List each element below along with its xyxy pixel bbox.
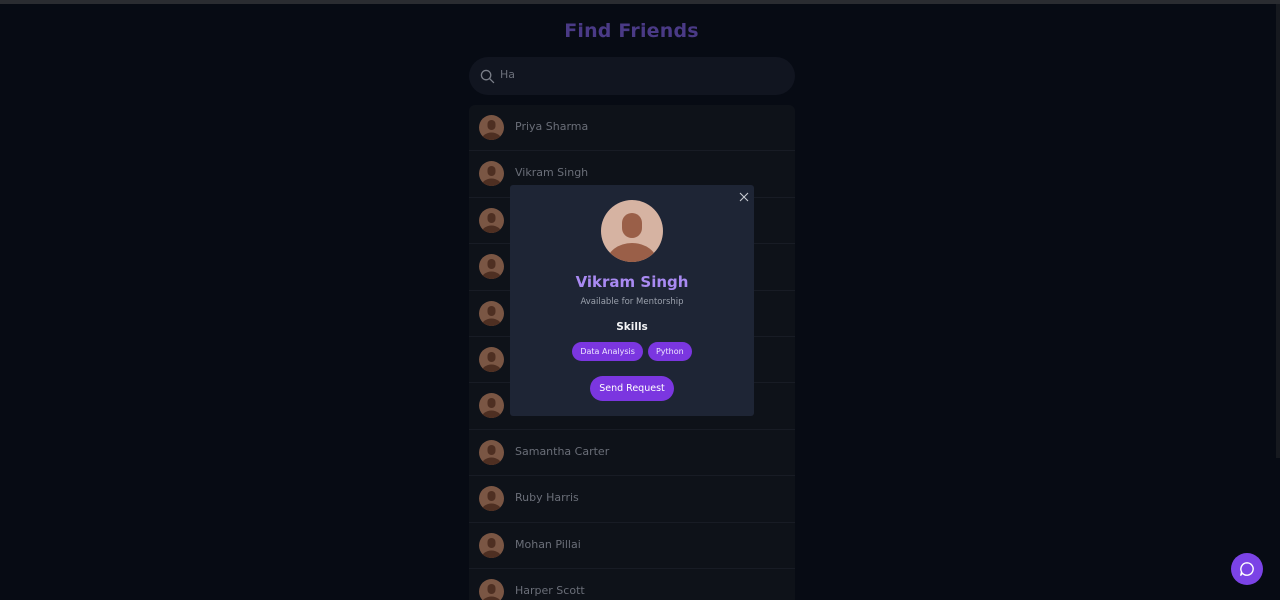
person-avatar-icon <box>479 578 504 600</box>
avatar <box>479 393 504 419</box>
avatar <box>479 115 504 140</box>
friend-name: Vikram Singh <box>515 166 589 180</box>
person-avatar-icon <box>479 346 504 372</box>
friend-name: Priya Sharma <box>515 120 589 133</box>
person-avatar-icon <box>479 161 504 187</box>
avatar <box>601 200 663 262</box>
avatar <box>479 486 504 512</box>
skill-badge: Data Analysis <box>572 342 643 361</box>
list-item[interactable]: Mohan Pillai <box>469 523 795 569</box>
send-request-button[interactable]: Send Request <box>590 376 674 401</box>
person-avatar-icon <box>479 254 504 280</box>
avatar <box>479 578 504 600</box>
list-item[interactable]: Harper Scott <box>469 569 795 600</box>
list-item[interactable]: Ruby Harris <box>469 476 795 523</box>
person-avatar-icon <box>601 200 663 262</box>
search-icon <box>480 69 495 84</box>
list-item[interactable]: Priya Sharma <box>469 105 795 152</box>
avatar <box>479 532 504 558</box>
list-item[interactable]: Samantha Carter <box>469 430 795 477</box>
person-avatar-icon <box>479 207 504 233</box>
chat-bubble-icon <box>1240 562 1254 576</box>
person-avatar-icon <box>479 300 504 326</box>
search-value[interactable]: Ha <box>500 68 515 81</box>
friend-name: Harper Scott <box>515 583 585 597</box>
friend-name: Mohan Pillai <box>515 537 581 551</box>
avatar <box>479 439 504 465</box>
person-avatar-icon <box>479 115 504 140</box>
avatar <box>479 300 504 326</box>
search-input[interactable]: Ha <box>469 57 795 95</box>
avatar <box>479 254 504 280</box>
skills-list: Data Analysis Python <box>510 342 754 361</box>
chat-button[interactable] <box>1231 553 1263 585</box>
person-avatar-icon <box>479 532 504 558</box>
profile-modal: Vikram Singh Available for Mentorship Sk… <box>510 185 754 416</box>
skills-heading: Skills <box>616 321 648 333</box>
profile-name: Vikram Singh <box>575 273 689 291</box>
friend-name: Ruby Harris <box>515 491 579 505</box>
person-avatar-icon <box>479 439 504 465</box>
avatar <box>479 161 504 187</box>
avatar <box>479 207 504 233</box>
close-icon[interactable] <box>738 191 750 203</box>
friend-name: Samantha Carter <box>515 444 610 458</box>
person-avatar-icon <box>479 486 504 512</box>
page-title: Find Friends <box>564 20 699 42</box>
profile-status: Available for Mentorship <box>580 297 684 307</box>
person-avatar-icon <box>479 393 504 419</box>
avatar <box>479 346 504 372</box>
skill-badge: Python <box>647 342 692 361</box>
